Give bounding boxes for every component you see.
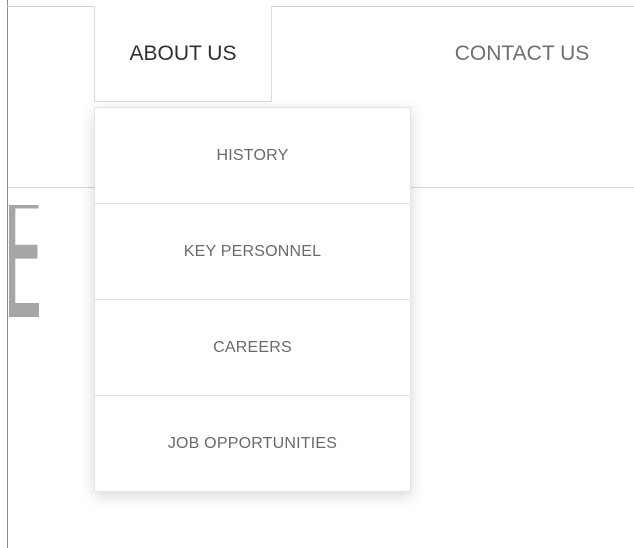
dropdown-item-careers[interactable]: CAREERS	[95, 300, 410, 396]
nav-item-contact-us-label: CONTACT US	[454, 42, 590, 65]
dropdown-item-label: CAREERS	[213, 338, 292, 356]
nav-item-about-us-label: ABOUT US	[129, 41, 237, 65]
nav-item-contact-us[interactable]: CONTACT US	[432, 6, 612, 102]
dropdown-item-label: JOB OPPORTUNITIES	[167, 435, 338, 452]
nav-item-about-us[interactable]: ABOUT US	[94, 6, 272, 102]
dropdown-item-history[interactable]: HISTORY	[95, 108, 410, 204]
dropdown-item-key-personnel[interactable]: KEY PERSONNEL	[95, 204, 410, 300]
about-us-dropdown-menu: HISTORY KEY PERSONNEL CAREERS JOB OPPORT…	[94, 107, 411, 492]
dropdown-item-job-opportunities[interactable]: JOB OPPORTUNITIES	[95, 396, 410, 492]
hero-heading-text: NE	[0, 205, 43, 357]
dropdown-item-label: HISTORY	[216, 146, 289, 164]
dropdown-item-label: KEY PERSONNEL	[183, 242, 322, 260]
